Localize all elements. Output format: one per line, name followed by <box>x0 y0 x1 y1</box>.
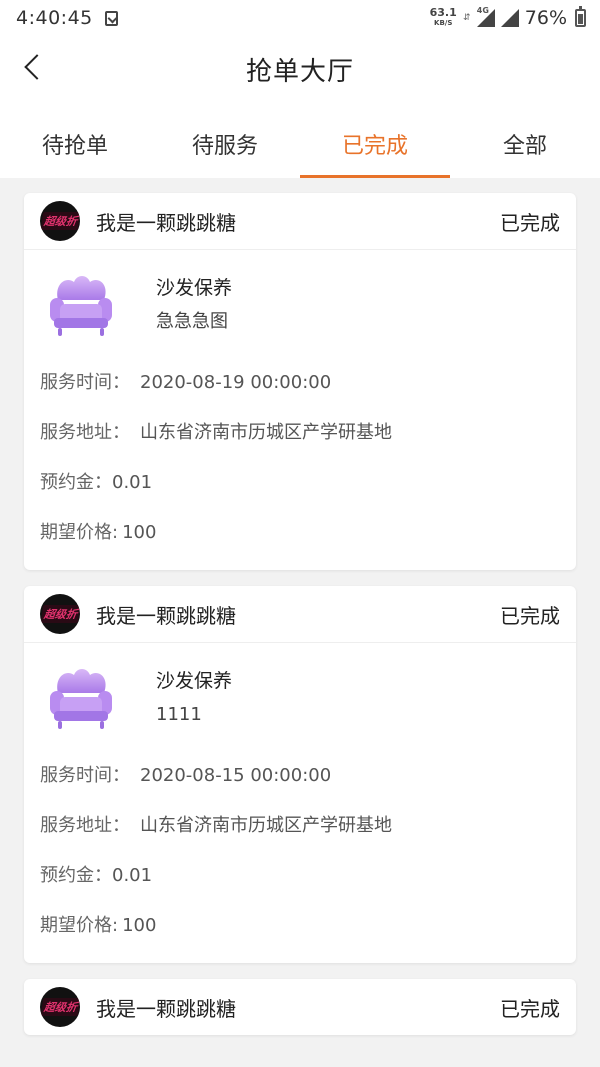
service-address-value: 山东省济南市历城区产学研基地 <box>140 422 392 443</box>
avatar-text: 超级折 <box>40 212 80 230</box>
sofa-icon <box>44 663 116 735</box>
service-name: 沙发保养 <box>156 670 233 692</box>
avatar: 超级折 <box>40 594 80 634</box>
service-text: 沙发保养 急急急图 <box>156 270 232 342</box>
service-time-value: 2020-08-19 00:00:00 <box>140 372 332 393</box>
deposit-row: 预约金：0.01 <box>24 851 576 901</box>
tab-pending-service[interactable]: 待服务 <box>150 102 300 178</box>
order-list: 超级折 我是一颗跳跳糖 已完成 沙发保养 急急急图 服务时间： 2020-08-… <box>24 193 576 1051</box>
battery-icon <box>575 6 586 27</box>
service-info: 沙发保养 1111 <box>24 643 576 745</box>
order-card[interactable]: 超级折 我是一颗跳跳糖 已完成 沙发保养 1111 服务时间： 2020-08-… <box>24 586 576 963</box>
download-icon <box>104 10 118 26</box>
avatar: 超级折 <box>40 987 80 1027</box>
deposit-value: 0.01 <box>112 865 153 886</box>
service-desc: 1111 <box>156 704 202 725</box>
price-label: 期望价格: <box>40 522 119 543</box>
tab-pending-grab[interactable]: 待抢单 <box>0 102 150 178</box>
order-card-header: 超级折 我是一颗跳跳糖 已完成 <box>24 586 576 643</box>
signal-4g-icon: 4G <box>476 6 495 27</box>
user-name: 我是一颗跳跳糖 <box>96 603 236 628</box>
deposit-label: 预约金： <box>40 472 112 493</box>
order-card[interactable]: 超级折 我是一颗跳跳糖 已完成 <box>24 979 576 1035</box>
user-name: 我是一颗跳跳糖 <box>96 996 236 1021</box>
service-time-label: 服务时间： <box>40 372 130 393</box>
net-speed-value: 63.1 <box>429 6 457 19</box>
service-address-row: 服务地址： 山东省济南市历城区产学研基地 <box>24 801 576 851</box>
deposit-value: 0.01 <box>112 472 153 493</box>
service-name: 沙发保养 <box>156 277 233 299</box>
service-text: 沙发保养 1111 <box>156 663 232 735</box>
price-value: 100 <box>122 522 157 543</box>
avatar-text: 超级折 <box>40 998 80 1016</box>
deposit-row: 预约金：0.01 <box>24 458 576 508</box>
back-arrow-icon[interactable] <box>24 54 50 80</box>
service-address-label: 服务地址： <box>40 815 130 836</box>
avatar-text: 超级折 <box>40 605 80 623</box>
service-time-value: 2020-08-15 00:00:00 <box>140 765 332 786</box>
service-address-label: 服务地址： <box>40 422 130 443</box>
service-address-row: 服务地址： 山东省济南市历城区产学研基地 <box>24 408 576 458</box>
net-speed: 63.1 KB/S <box>429 6 457 28</box>
order-status: 已完成 <box>500 603 560 628</box>
avatar: 超级折 <box>40 201 80 241</box>
order-status: 已完成 <box>500 996 560 1021</box>
service-info: 沙发保养 急急急图 <box>24 250 576 352</box>
page-title: 抢单大厅 <box>245 56 354 87</box>
service-desc: 急急急图 <box>156 311 228 332</box>
service-time-row: 服务时间： 2020-08-19 00:00:00 <box>24 358 576 408</box>
price-row: 期望价格: 100 <box>24 901 576 951</box>
order-card-header: 超级折 我是一颗跳跳糖 已完成 <box>24 193 576 250</box>
signal-icon <box>500 9 519 27</box>
price-row: 期望价格: 100 <box>24 508 576 558</box>
tab-bar: 待抢单 待服务 已完成 全部 <box>0 102 600 178</box>
battery-percent: 76% <box>524 7 567 29</box>
deposit-label: 预约金： <box>40 865 112 886</box>
tab-completed[interactable]: 已完成 <box>300 102 450 178</box>
service-time-label: 服务时间： <box>40 765 130 786</box>
price-value: 100 <box>122 915 157 936</box>
sofa-icon <box>44 270 116 342</box>
service-time-row: 服务时间： 2020-08-15 00:00:00 <box>24 751 576 801</box>
order-status: 已完成 <box>500 210 560 235</box>
status-bar: 4:40:45 63.1 KB/S ⇵ 4G 76% <box>0 0 600 36</box>
service-address-value: 山东省济南市历城区产学研基地 <box>140 815 392 836</box>
status-indicators: 63.1 KB/S ⇵ 4G 76% <box>429 6 586 29</box>
tab-all[interactable]: 全部 <box>450 102 600 178</box>
nav-bar: 抢单大厅 <box>0 36 600 102</box>
network-type: 4G <box>476 6 489 15</box>
user-name: 我是一颗跳跳糖 <box>96 210 236 235</box>
price-label: 期望价格: <box>40 915 119 936</box>
order-card[interactable]: 超级折 我是一颗跳跳糖 已完成 沙发保养 急急急图 服务时间： 2020-08-… <box>24 193 576 570</box>
status-time: 4:40:45 <box>16 7 93 29</box>
net-speed-unit: KB/S <box>434 19 453 27</box>
order-card-header: 超级折 我是一颗跳跳糖 已完成 <box>24 979 576 1035</box>
data-arrows-icon: ⇵ <box>462 13 471 23</box>
